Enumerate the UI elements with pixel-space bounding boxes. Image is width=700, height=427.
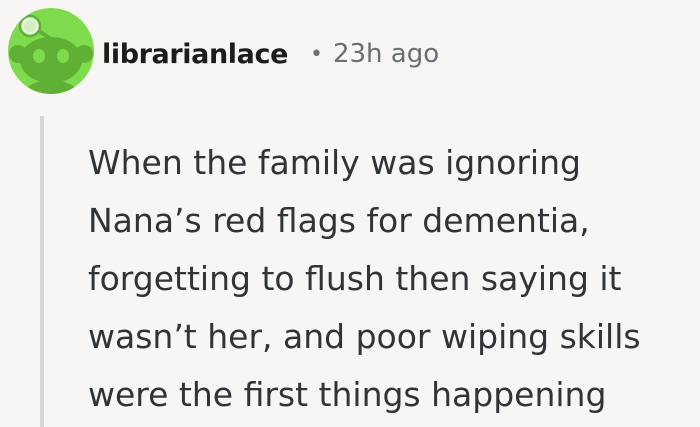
- comment-body-line: wasn’t her, and poor wiping skills: [88, 317, 641, 356]
- comment-body-line: Nana’s red flags for dementia,: [88, 201, 590, 240]
- comment-body-line: forgetting to flush then saying it: [88, 259, 622, 298]
- comment-body-line: When the family was ignoring: [88, 143, 581, 182]
- thread-collapse-line[interactable]: [40, 116, 44, 427]
- comment-body-line: were the first things happening: [88, 375, 607, 414]
- comment-body: When the family was ignoring Nana’s red …: [88, 134, 693, 424]
- comment-timestamp[interactable]: 23h ago: [333, 39, 439, 69]
- meta-separator: •: [309, 41, 323, 67]
- comment-meta: librarianlace • 23h ago: [102, 30, 439, 78]
- reddit-snoo-avatar-icon: [9, 14, 93, 94]
- user-avatar[interactable]: [8, 8, 94, 94]
- comment: librarianlace • 23h ago When the family …: [0, 0, 700, 427]
- username-link[interactable]: librarianlace: [102, 39, 288, 70]
